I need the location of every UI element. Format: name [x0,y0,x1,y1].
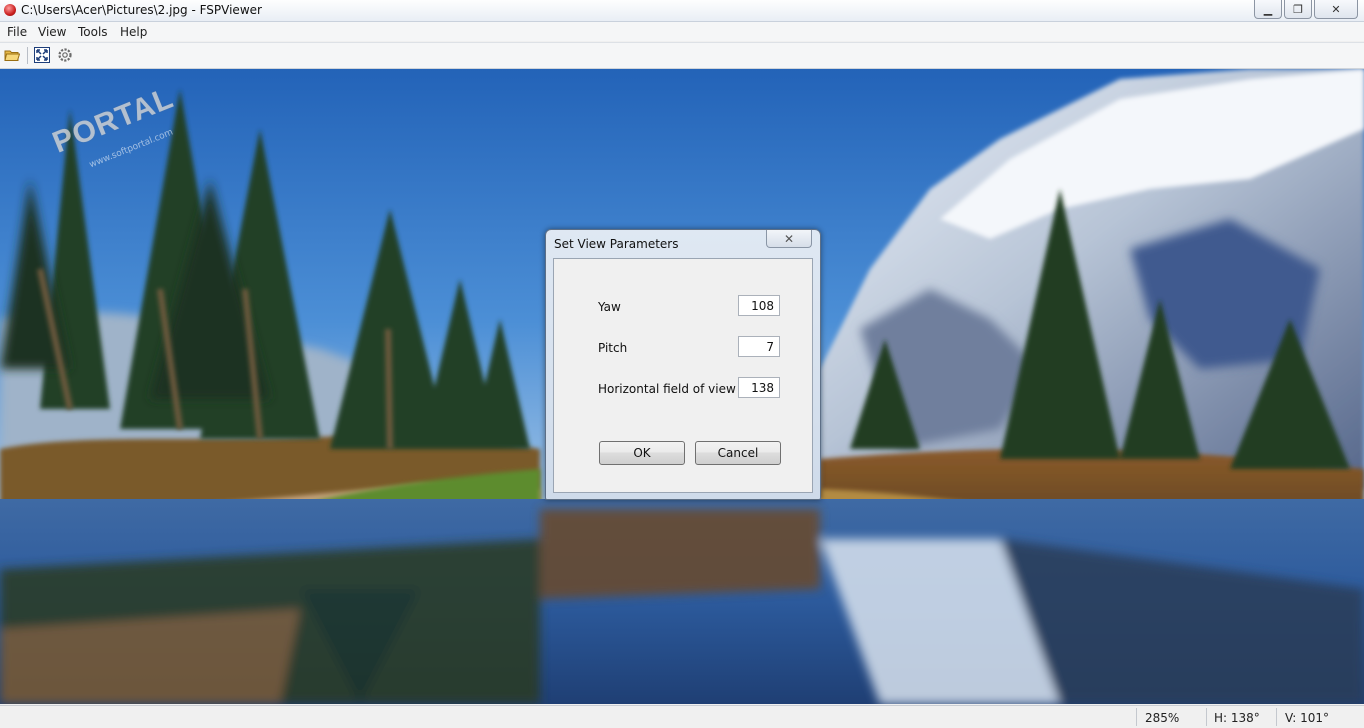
toolbar-separator [27,47,28,64]
ok-button[interactable]: OK [599,441,685,465]
menu-file[interactable]: File [7,25,27,39]
vertical-fov: V: 101° [1285,711,1329,725]
horizontal-fov: H: 138° [1214,711,1260,725]
cancel-button[interactable]: Cancel [695,441,781,465]
app-icon [4,4,16,16]
close-button[interactable]: ✕ [1314,0,1358,19]
menu-tools[interactable]: Tools [78,25,108,39]
pitch-input[interactable]: 7 [738,336,780,357]
hfov-label: Horizontal field of view [598,382,736,396]
window-controls: ▁ ❐ ✕ [1254,0,1358,19]
title-bar: C:\Users\Acer\Pictures\2.jpg - FSPViewer… [0,0,1364,22]
set-view-parameters-dialog: Set View Parameters ✕ Yaw 108 Pitch 7 Ho… [545,229,821,500]
close-icon: ✕ [783,231,795,246]
settings-gear-icon[interactable] [57,47,73,63]
status-bar: 285% H: 138° V: 101° [0,705,1364,728]
dialog-title: Set View Parameters [554,237,679,251]
fullscreen-icon[interactable] [34,47,50,63]
restore-icon: ❐ [1293,2,1303,16]
zoom-level: 285% [1145,711,1180,725]
menu-view[interactable]: View [38,25,66,39]
menu-help[interactable]: Help [120,25,147,39]
status-divider [1276,708,1277,726]
toolbar [0,42,1364,69]
pitch-label: Pitch [598,341,628,355]
status-divider [1136,708,1137,726]
minimize-icon: ▁ [1263,2,1273,16]
status-divider [1206,708,1207,726]
yaw-label: Yaw [598,300,621,314]
maximize-button[interactable]: ❐ [1284,0,1312,19]
dialog-body: Yaw 108 Pitch 7 Horizontal field of view… [553,258,813,493]
close-icon: ✕ [1331,2,1341,16]
hfov-input[interactable]: 138 [738,377,780,398]
dialog-close-button[interactable]: ✕ [766,230,812,248]
minimize-button[interactable]: ▁ [1254,0,1282,19]
yaw-input[interactable]: 108 [738,295,780,316]
menu-bar: File View Tools Help [0,22,1364,41]
window-title: C:\Users\Acer\Pictures\2.jpg - FSPViewer [21,3,262,17]
open-folder-icon[interactable] [4,47,21,63]
